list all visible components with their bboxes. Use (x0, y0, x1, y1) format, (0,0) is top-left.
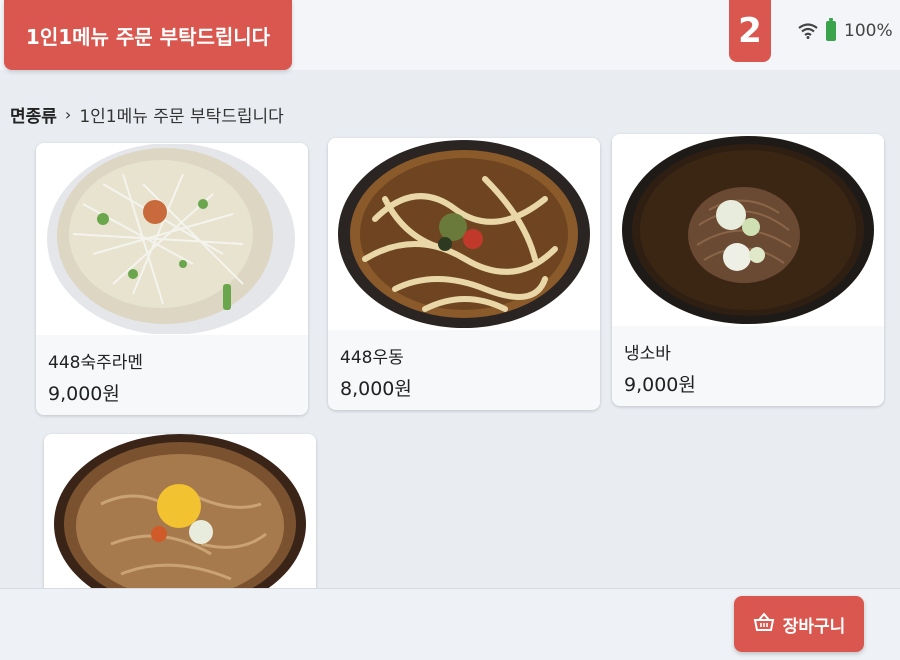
menu-item-price: 9,000원 (624, 374, 696, 396)
cart-label: 장바구니 (782, 616, 846, 637)
menu-item-name: 448숙주라멘 (48, 353, 144, 373)
cart-button[interactable]: 장바구니 (734, 596, 864, 652)
menu-item-price: 8,000원 (340, 378, 412, 400)
basket-icon (753, 611, 775, 637)
menu-item-card[interactable]: 448우동 8,000원 (328, 138, 600, 410)
udon-bowl-image (328, 138, 600, 330)
beef-rice-bowl-image (44, 434, 316, 614)
cold-soba-bowl-image (612, 134, 884, 326)
menu-item-card[interactable]: 448숙주라멘 9,000원 (36, 143, 308, 415)
menu-item-name: 냉소바 (624, 344, 671, 364)
menu-item-card[interactable]: 냉소바 9,000원 (612, 134, 884, 406)
menu-item-name: 448우동 (340, 348, 404, 368)
menu-item-price: 9,000원 (48, 383, 120, 405)
ramen-bowl-image (36, 143, 308, 335)
menu-grid: 448숙주라멘 9,000원 448우동 8,000원 냉소바 9,000원 (0, 0, 900, 660)
